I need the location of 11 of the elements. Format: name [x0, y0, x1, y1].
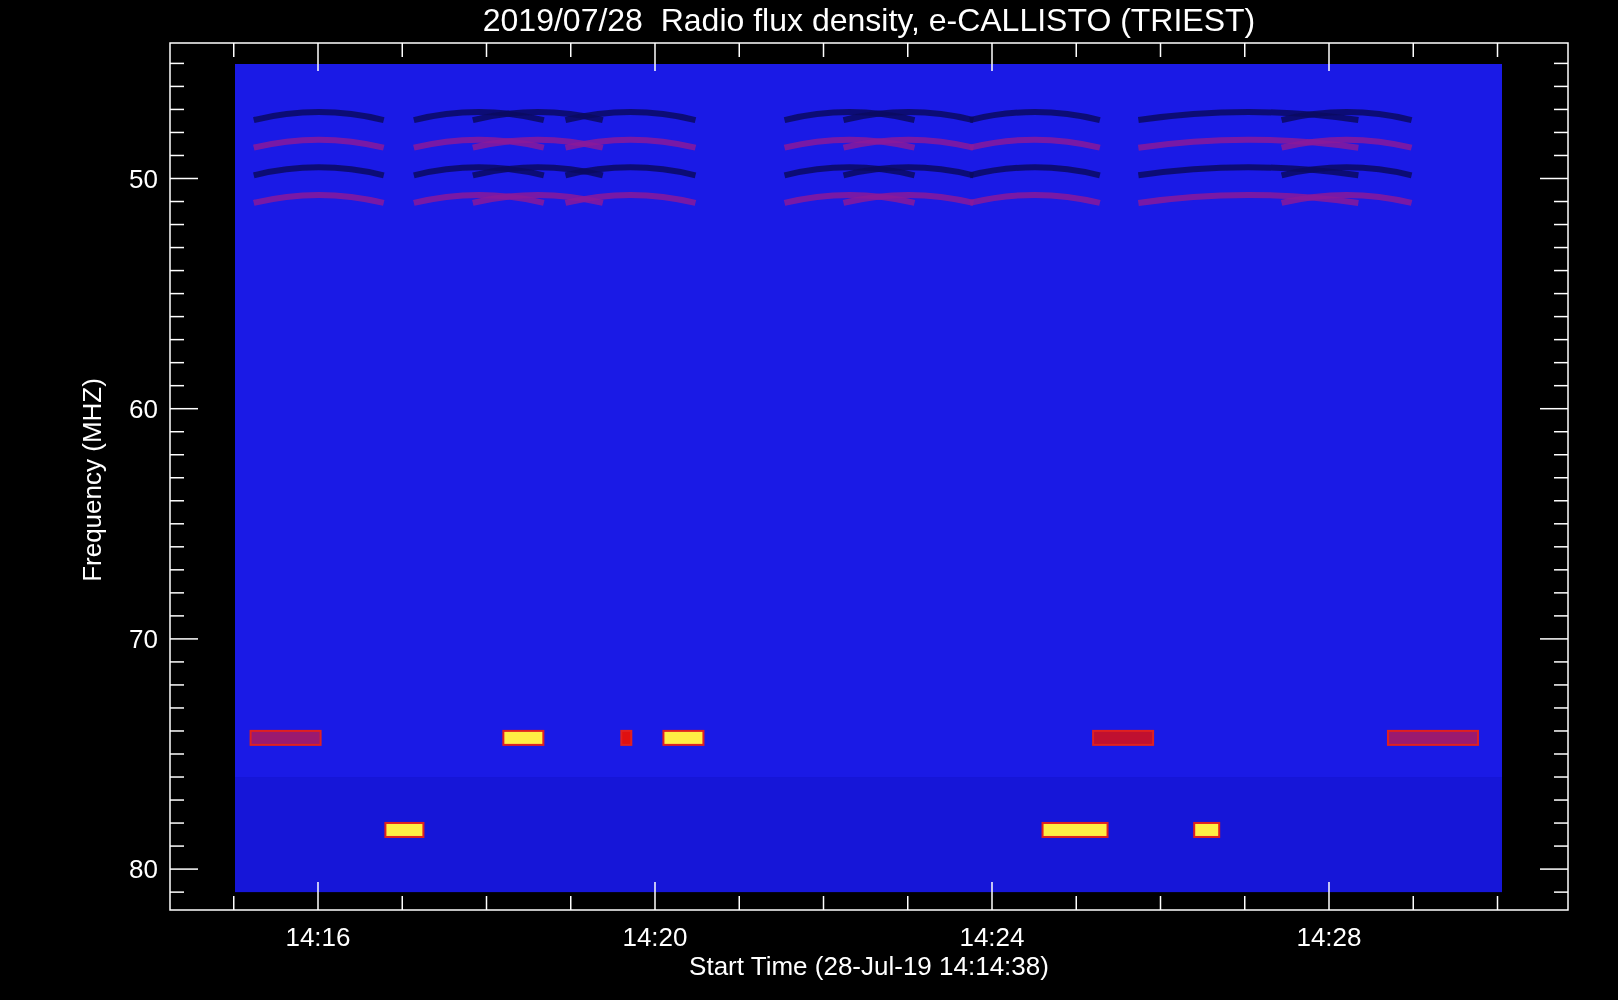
x-tick-label: 14:20	[622, 922, 688, 952]
chart-title: 2019/07/28 Radio flux density, e-CALLISTO (TRIEST)	[482, 2, 1256, 38]
x-axis-label: Start Time (28-Jul-19 14:14:38)	[689, 951, 1049, 981]
y-tick-label: 50	[129, 163, 158, 194]
y-tick-label: 70	[129, 623, 158, 654]
y-tick-label: 80	[129, 854, 158, 885]
x-tick-label: 14:28	[1296, 922, 1362, 952]
y-axis-label: Frequency (MHZ)	[77, 378, 107, 582]
x-tick-label: 14:24	[959, 922, 1025, 952]
y-tick-label: 60	[129, 393, 158, 424]
x-tick-label: 14:16	[285, 922, 351, 952]
